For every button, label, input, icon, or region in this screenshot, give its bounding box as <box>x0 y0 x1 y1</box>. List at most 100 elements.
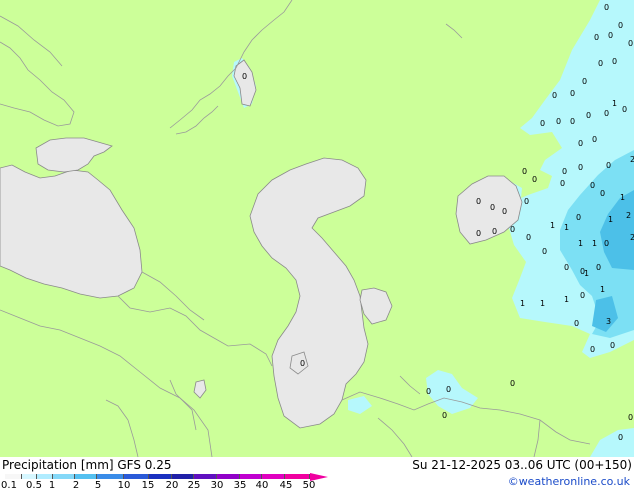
scale-swatch <box>172 474 194 479</box>
scale-swatch <box>97 474 124 479</box>
scale-swatch <box>22 474 37 479</box>
precip-value-label: 1 <box>608 215 613 224</box>
scale-label: 30 <box>210 480 224 491</box>
precip-value-label: 0 <box>492 227 497 236</box>
precip-value-label: 0 <box>628 39 633 48</box>
precip-value-label: 0 <box>524 197 529 206</box>
map-title: Precipitation [mm] GFS 0.25 <box>2 458 172 472</box>
precip-value-label: 0 <box>598 59 603 68</box>
scale-swatch <box>285 474 310 479</box>
credit-link[interactable]: ©weatheronline.co.uk <box>508 475 630 488</box>
precip-value-label: 2 <box>626 211 631 220</box>
precip-value-label: 0 <box>604 109 609 118</box>
precip-value-label: 0 <box>576 213 581 222</box>
precip-value-label: 0 <box>596 263 601 272</box>
scale-label: 0.1 <box>1 480 17 491</box>
precip-value-label: 0 <box>426 387 431 396</box>
precip-value-label: 0 <box>574 319 579 328</box>
scale-label: 15 <box>141 480 155 491</box>
precip-value-label: 0 <box>604 239 609 248</box>
precip-value-label: 1 <box>564 295 569 304</box>
precip-value-label: 0 <box>594 33 599 42</box>
precip-value-label: 1 <box>540 299 545 308</box>
scale-swatch <box>240 474 262 479</box>
precip-value-label: 0 <box>586 111 591 120</box>
precip-value-label: 0 <box>570 89 575 98</box>
precip-value-label: 0 <box>578 139 583 148</box>
precip-value-label: 1 <box>578 239 583 248</box>
precip-value-label: 0 <box>510 225 515 234</box>
precip-value-label: 0 <box>446 385 451 394</box>
precip-value-label: 2 <box>630 155 634 164</box>
precip-value-label: 0 <box>612 57 617 66</box>
precip-value-label: 0 <box>618 433 623 442</box>
precip-value-label: 0 <box>578 163 583 172</box>
precip-value-label: 0 <box>610 341 615 350</box>
precip-value-label: 0 <box>608 31 613 40</box>
precip-value-label: 0 <box>590 181 595 190</box>
scale-label: 25 <box>187 480 201 491</box>
precip-value-label: 0 <box>604 3 609 12</box>
precip-value-label: 0 <box>556 117 561 126</box>
precip-value-label: 1 <box>550 221 555 230</box>
scale-label: 35 <box>233 480 247 491</box>
scale-label: 1 <box>48 480 56 491</box>
precip-value-label: 0 <box>532 175 537 184</box>
precip-value-label: 0 <box>582 77 587 86</box>
scale-label: 40 <box>255 480 269 491</box>
forecast-datetime: Su 21-12-2025 03..06 UTC (00+150) <box>412 458 632 472</box>
precip-value-label: 0 <box>476 229 481 238</box>
precip-value-label: 3 <box>606 317 611 326</box>
precip-value-label: 1 <box>520 299 525 308</box>
precip-value-label: 0 <box>552 91 557 100</box>
scale-label: 20 <box>165 480 179 491</box>
precip-value-label: 0 <box>600 189 605 198</box>
precip-value-label: 0 <box>490 203 495 212</box>
scale-swatch <box>75 474 97 479</box>
precip-value-label: 0 <box>542 247 547 256</box>
precip-value-label: 0 <box>606 161 611 170</box>
precip-value-label: 0 <box>526 233 531 242</box>
precip-value-label: 1 <box>592 239 597 248</box>
scale-label: 5 <box>94 480 102 491</box>
precip-value-label: 0 <box>564 263 569 272</box>
precip-value-label: 0 <box>510 379 515 388</box>
precip-value-label: 0 <box>562 167 567 176</box>
scale-swatch <box>149 474 172 479</box>
scale-swatch <box>37 474 53 479</box>
precip-value-label: 0 <box>522 167 527 176</box>
precip-value-label: 0 <box>580 291 585 300</box>
scale-swatch <box>5 474 22 479</box>
precip-value-label: 1 <box>612 99 617 108</box>
precip-value-label: 1 <box>620 193 625 202</box>
scale-swatch <box>194 474 217 479</box>
precip-value-label: 0 <box>560 179 565 188</box>
scale-swatch <box>53 474 75 479</box>
scale-swatch <box>217 474 240 479</box>
precip-value-label: 0 <box>590 345 595 354</box>
precip-value-label: 0 <box>570 117 575 126</box>
scale-swatch <box>262 474 285 479</box>
precip-value-label: 0 <box>618 21 623 30</box>
precip-value-label: 2 <box>630 233 634 242</box>
scale-label: 50 <box>302 480 316 491</box>
precip-value-label: 0 <box>622 105 627 114</box>
precip-value-label: 0 <box>442 411 447 420</box>
scale-label: 10 <box>117 480 131 491</box>
precip-value-label: 0 <box>242 72 247 81</box>
precip-value-label: 0 <box>476 197 481 206</box>
scale-label: 45 <box>279 480 293 491</box>
footer-bar: Precipitation [mm] GFS 0.25 Su 21-12-202… <box>0 457 634 491</box>
precip-value-label: 1 <box>564 223 569 232</box>
precip-value-label: 0 <box>628 413 633 422</box>
precip-value-label: 0 <box>300 359 305 368</box>
scale-swatch <box>124 474 149 479</box>
precip-value-label: 1 <box>584 269 589 278</box>
scale-label: 0.5 <box>26 480 42 491</box>
precip-value-label: 1 <box>600 285 605 294</box>
precipitation-map: 0000000000000000000000000000001111111111… <box>0 0 634 457</box>
precip-value-label: 0 <box>540 119 545 128</box>
precip-value-label: 0 <box>592 135 597 144</box>
scale-label: 2 <box>72 480 80 491</box>
precip-value-label: 0 <box>502 207 507 216</box>
